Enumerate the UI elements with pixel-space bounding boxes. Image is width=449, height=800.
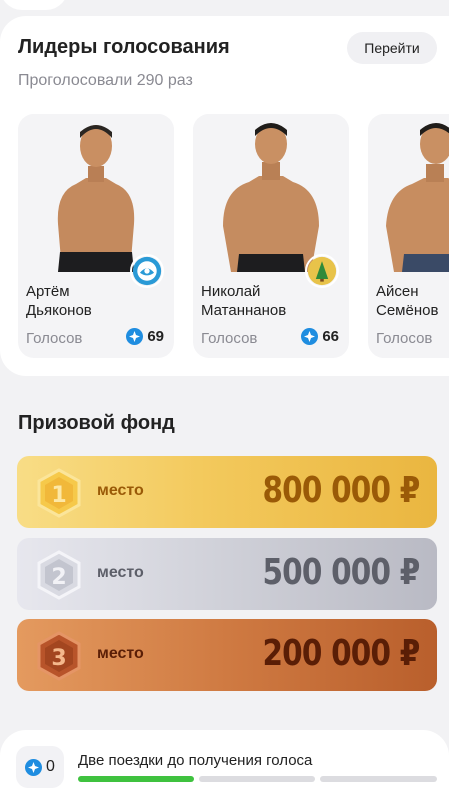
gold-medal-icon: 1 xyxy=(37,468,81,518)
leaders-title: Лидеры голосования xyxy=(18,36,230,58)
prize-amount: 800 000 ₽ xyxy=(262,470,420,511)
top-stub xyxy=(0,0,68,10)
prize-row-first: 1 место 800 000 ₽ xyxy=(17,456,437,528)
medal-rank: 1 xyxy=(51,483,66,508)
votes-value: 69 xyxy=(147,328,164,345)
vote-balance[interactable]: 0 xyxy=(16,746,64,788)
silver-medal-icon: 2 xyxy=(37,550,81,600)
votes-label: Голосов xyxy=(201,330,258,347)
bronze-medal-icon: 3 xyxy=(37,631,81,681)
fighter-name: Артём Дьяконов xyxy=(26,282,92,320)
fighter-card[interactable]: Артём Дьяконов Голосов 69 xyxy=(18,114,174,358)
place-label: место xyxy=(97,564,144,581)
region-emblem-icon xyxy=(305,254,339,288)
vote-coin-icon xyxy=(126,328,144,345)
prize-title: Призовой фонд xyxy=(18,412,175,434)
prize-amount: 200 000 ₽ xyxy=(262,633,420,674)
rides-hint: Две поездки до получения голоса xyxy=(78,752,313,769)
vote-coin-icon xyxy=(25,758,43,776)
votes-count: 69 xyxy=(126,328,164,345)
leaders-carousel[interactable]: Артём Дьяконов Голосов 69 Николай Матанн… xyxy=(18,114,449,358)
fighter-name: Айсен Семёнов xyxy=(376,282,438,320)
votes-label: Голосов xyxy=(376,330,433,347)
fighter-first-name: Артём xyxy=(26,283,70,300)
place-label: место xyxy=(97,482,144,499)
fighter-first-name: Николай xyxy=(201,283,261,300)
progress-segment xyxy=(320,776,437,782)
progress-segment xyxy=(78,776,194,782)
prize-row-second: 2 место 500 000 ₽ xyxy=(17,538,437,610)
fighter-photo xyxy=(193,114,349,272)
vote-coin-icon xyxy=(301,328,319,345)
place-label: место xyxy=(97,645,144,662)
prize-row-third: 3 место 200 000 ₽ xyxy=(17,619,437,691)
fighter-card[interactable]: Николай Матаннанов Голосов 66 xyxy=(193,114,349,358)
votes-value: 66 xyxy=(322,328,339,345)
medal-rank: 2 xyxy=(51,565,66,590)
votes-label: Голосов xyxy=(26,330,83,347)
goto-button[interactable]: Перейти xyxy=(347,32,437,64)
progress-segment xyxy=(199,776,315,782)
prize-amount: 500 000 ₽ xyxy=(262,552,420,593)
leaders-subtitle: Проголосовали 290 раз xyxy=(18,72,193,89)
fighter-last-name: Матаннанов xyxy=(201,302,287,319)
region-emblem-icon xyxy=(130,254,164,288)
fighter-last-name: Семёнов xyxy=(376,302,439,319)
votes-count: 66 xyxy=(301,328,339,345)
fighter-photo xyxy=(368,114,449,272)
fighter-card[interactable]: Айсен Семёнов Голосов xyxy=(368,114,449,358)
medal-rank: 3 xyxy=(51,646,66,671)
fighter-photo xyxy=(18,114,174,272)
vote-balance-value: 0 xyxy=(46,758,55,775)
fighter-last-name: Дьяконов xyxy=(26,302,92,319)
fighter-first-name: Айсен xyxy=(376,283,419,300)
fighter-name: Николай Матаннанов xyxy=(201,282,286,320)
